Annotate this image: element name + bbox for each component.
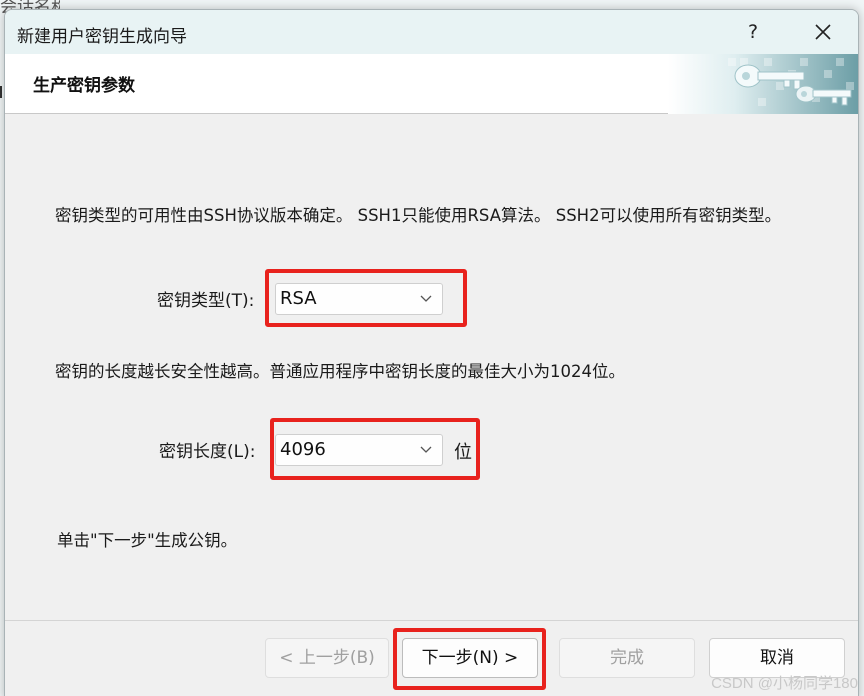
highlight-box-next: [393, 628, 546, 690]
page-title: 生产密钥参数: [33, 76, 135, 96]
key-type-description: 密钥类型的可用性由SSH协议版本确定。 SSH1只能使用RSA算法。 SSH2可…: [55, 206, 782, 225]
key-length-description: 密钥的长度越长安全性越高。普通应用程序中密钥长度的最佳大小为1024位。: [55, 362, 625, 381]
highlight-box-key-length: [270, 418, 480, 480]
wizard-header: 生产密钥参数: [5, 54, 858, 114]
close-button[interactable]: [801, 16, 845, 48]
dialog-title: 新建用户密钥生成向导: [17, 27, 187, 47]
help-button[interactable]: ?: [733, 16, 773, 48]
key-length-label: 密钥长度(L):: [159, 442, 256, 462]
highlight-box-key-type: [265, 269, 467, 327]
watermark: CSDN @小杨同学180: [711, 675, 858, 692]
finish-button[interactable]: 完成: [559, 638, 695, 678]
key-wizard-dialog: 新建用户密钥生成向导 ? 生产密钥参数 密钥类型的可用性由SSH协议版本确定。 …: [4, 9, 859, 696]
title-bar[interactable]: 新建用户密钥生成向导 ?: [5, 10, 858, 54]
wizard-content: 密钥类型的可用性由SSH协议版本确定。 SSH1只能使用RSA算法。 SSH2可…: [5, 115, 858, 620]
key-type-label: 密钥类型(T):: [157, 291, 255, 311]
close-icon: [815, 24, 831, 40]
back-button[interactable]: < 上一步(B): [265, 638, 389, 678]
key-banner-icon: [668, 54, 858, 114]
next-step-hint: 单击"下一步"生成公钥。: [57, 531, 238, 550]
